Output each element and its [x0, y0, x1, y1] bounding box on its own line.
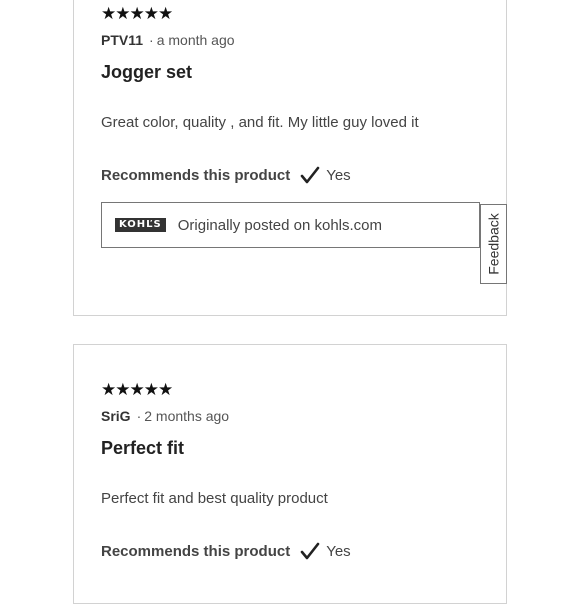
source-box: KOHĽS Originally posted on kohls.com	[101, 202, 480, 248]
feedback-label: Feedback	[485, 213, 502, 275]
recommendation: Recommends this product Yes	[101, 165, 351, 185]
star-rating: ★★★★★	[101, 4, 173, 23]
review-card: ★★★★★ SriG · 2 months ago Perfect fit Perf…	[73, 344, 507, 604]
review-card: ★★★★★ PTV11 · a month ago Jogger set Great…	[73, 0, 507, 316]
feedback-tab[interactable]: Feedback	[480, 204, 507, 284]
star-rating: ★★★★★	[101, 380, 173, 399]
recommendation-label: Recommends this product	[101, 542, 291, 560]
checkmark-icon	[300, 166, 320, 184]
review-time: a month ago	[156, 32, 235, 48]
checkmark-icon	[300, 542, 320, 560]
review-author: SriG	[101, 408, 131, 424]
review-title: Jogger set	[101, 62, 193, 82]
review-title: Perfect fit	[101, 438, 185, 458]
review-meta: SriG · 2 months ago	[101, 408, 230, 424]
recommendation-value: Yes	[326, 542, 351, 560]
recommendation-label: Recommends this product	[101, 166, 291, 184]
source-text: Originally posted on kohls.com	[177, 216, 383, 234]
review-meta: PTV11 · a month ago	[101, 32, 235, 48]
review-author: PTV11	[101, 32, 144, 48]
recommendation: Recommends this product Yes	[101, 541, 351, 561]
kohls-logo: KOHĽS	[115, 218, 166, 232]
review-time: 2 months ago	[144, 408, 230, 424]
review-body: Perfect fit and best quality product	[101, 490, 328, 507]
recommendation-value: Yes	[326, 166, 351, 184]
review-body: Great color, quality , and fit. My littl…	[101, 114, 419, 131]
